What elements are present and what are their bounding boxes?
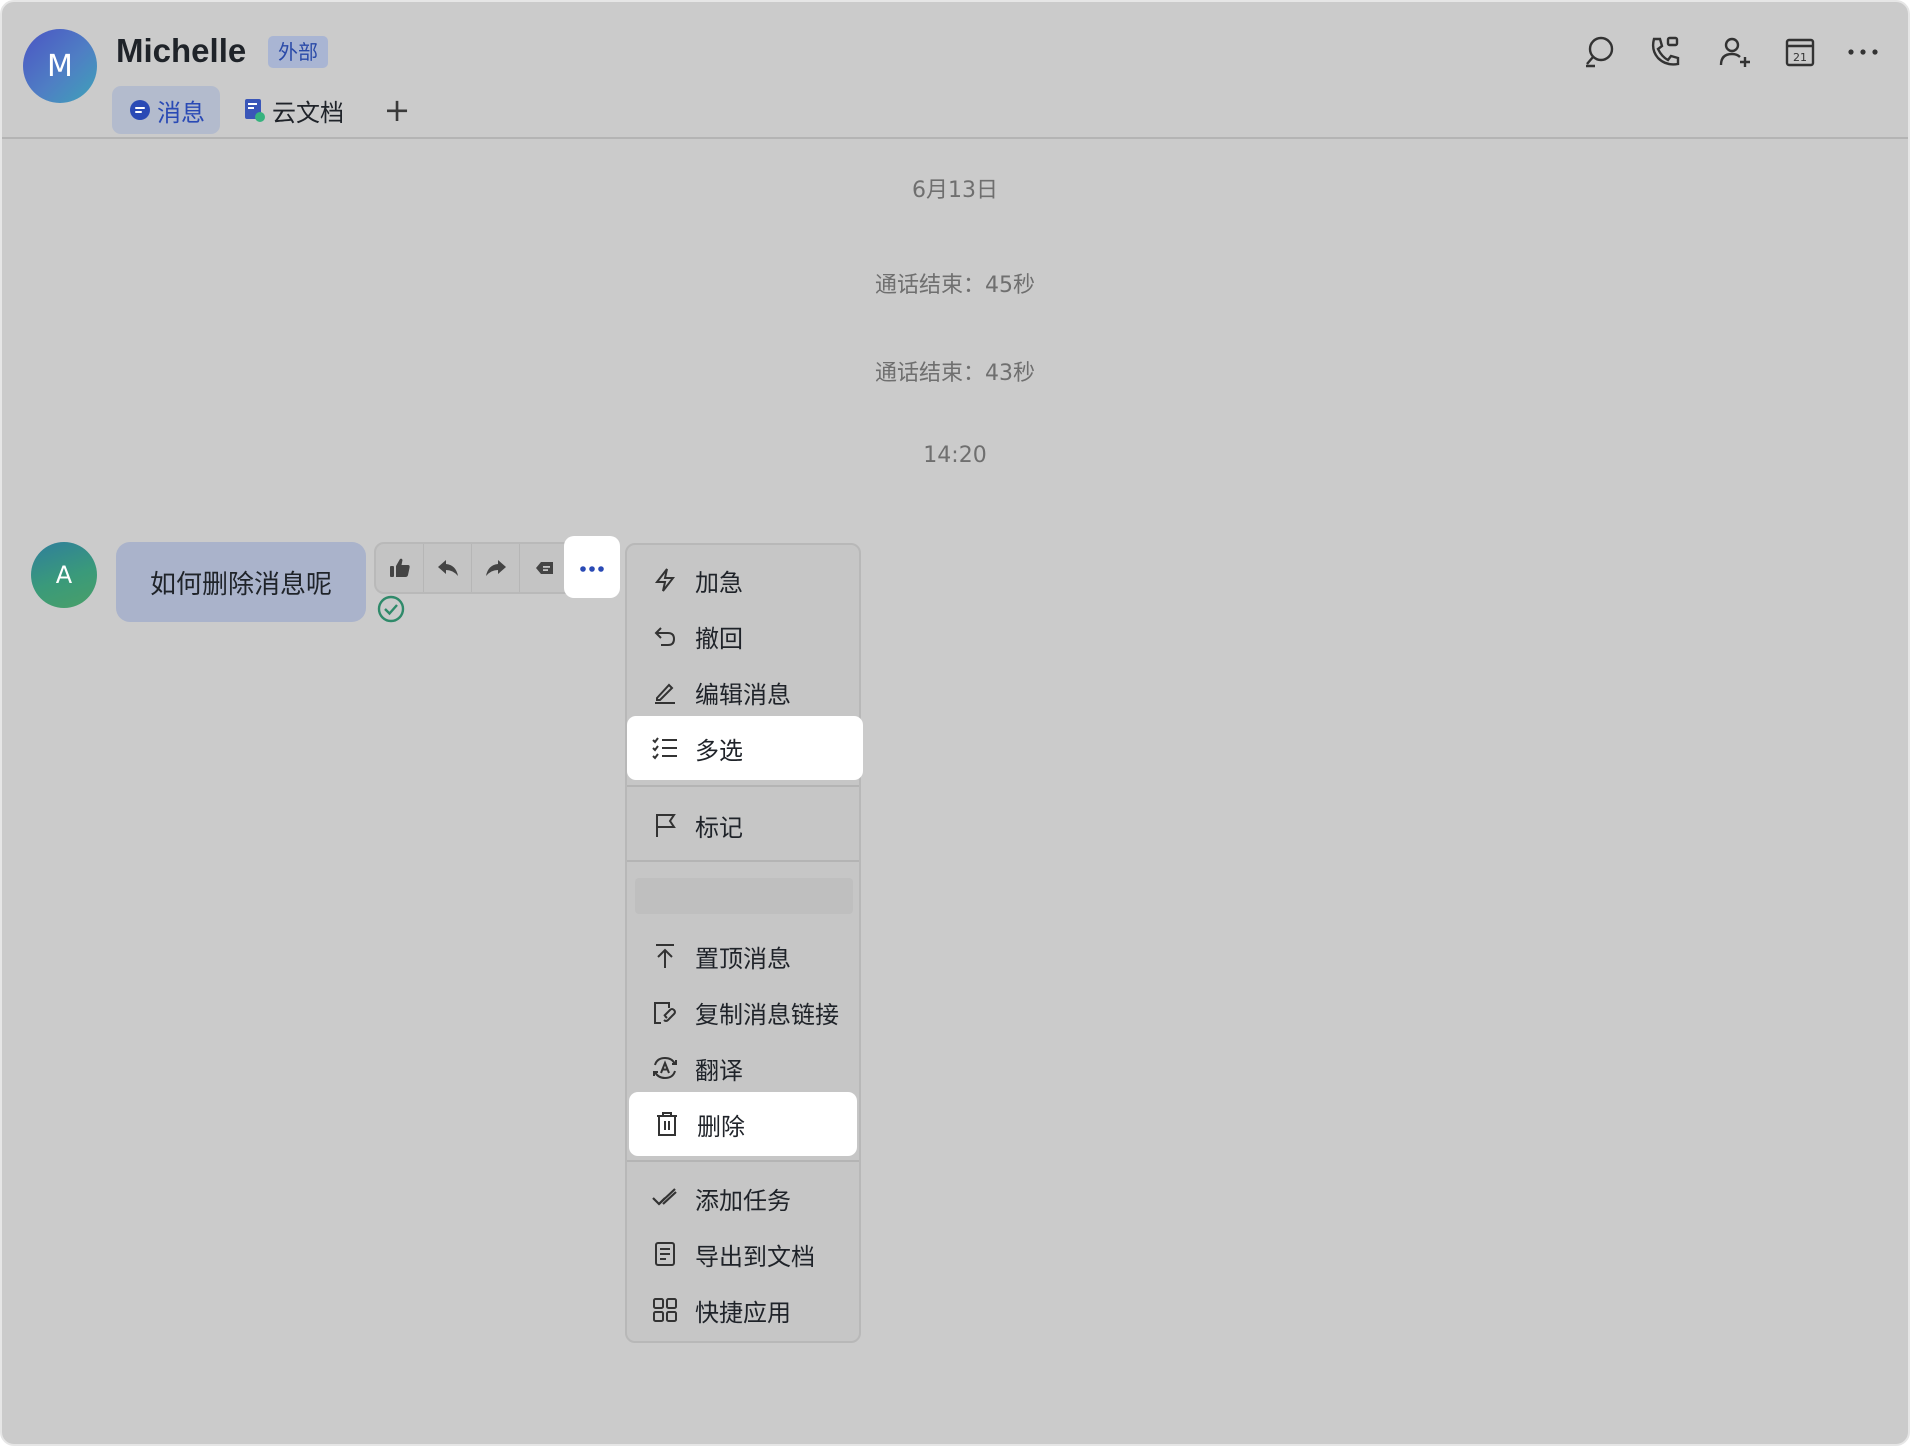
undo-icon [651,622,679,650]
menu-item-label: 添加任务 [695,1186,791,1215]
checklist-icon [651,734,679,762]
tab-cloud-docs-label: 云文档 [272,98,344,127]
forward-icon[interactable] [472,544,520,592]
menu-placeholder [635,878,853,914]
menu-item-label: 导出到文档 [695,1242,815,1271]
add-member-icon[interactable] [1717,34,1753,70]
menu-item-multi-select[interactable]: 多选 [627,716,863,780]
cloud-doc-icon [244,98,266,122]
menu-item-label: 复制消息链接 [695,1000,839,1029]
pencil-icon [651,678,679,706]
menu-item-copy-link[interactable]: 复制消息链接 [627,984,859,1040]
calendar-day: 21 [1793,51,1807,64]
thumbs-up-icon[interactable] [376,544,424,592]
flag-icon [651,811,679,839]
menu-item-recall[interactable]: 撤回 [627,608,859,664]
link-icon [651,998,679,1026]
menu-item-label: 标记 [695,813,743,842]
more-icon[interactable] [1845,34,1881,70]
menu-item-label: 置顶消息 [695,944,791,973]
call-ended-notice: 通话结束：45秒 [875,273,1035,298]
external-badge: 外部 [268,36,328,68]
message-context-menu: 加急 撤回 编辑消息 多选 标记 置顶消息 复制消息链接 翻译 删除 添加任务 … [625,543,863,1343]
menu-item-label: 编辑消息 [695,680,791,709]
quote-icon[interactable] [520,544,568,592]
document-icon [651,1240,679,1268]
trash-icon [653,1110,681,1138]
menu-item-mark[interactable]: 标记 [627,797,859,853]
chat-window: M Michelle 外部 消息 云文档 + 21 6月13日 通话结束：45秒… [0,0,1910,1446]
task-check-icon [651,1184,679,1212]
menu-item-edit-message[interactable]: 编辑消息 [627,664,859,720]
chat-name[interactable]: Michelle [116,32,246,70]
menu-divider [627,860,859,862]
more-dots-button[interactable] [564,536,620,598]
read-check-icon [376,594,406,624]
chat-avatar[interactable]: M [23,29,97,103]
chat-bubble-icon [129,99,151,121]
sender-avatar[interactable]: A [31,542,97,608]
menu-divider [627,785,859,787]
call-ended-notice: 通话结束：43秒 [875,361,1035,386]
more-dots-icon [579,558,605,577]
date-label: 6月13日 [912,178,998,203]
phone-video-icon[interactable] [1647,34,1683,70]
menu-item-label: 删除 [697,1112,745,1141]
menu-item-pin-message[interactable]: 置顶消息 [627,928,859,984]
menu-item-label: 多选 [695,736,743,765]
menu-item-delete[interactable]: 删除 [629,1092,857,1156]
tab-cloud-docs[interactable]: 云文档 [244,86,344,134]
tab-messages-label: 消息 [157,98,205,127]
menu-item-label: 快捷应用 [695,1298,791,1327]
calendar-icon[interactable]: 21 [1782,34,1818,70]
menu-item-add-task[interactable]: 添加任务 [627,1170,859,1226]
menu-item-label: 撤回 [695,624,743,653]
tab-messages[interactable]: 消息 [112,86,220,134]
message-bubble[interactable]: 如何删除消息呢 [116,542,366,622]
menu-item-export-doc[interactable]: 导出到文档 [627,1226,859,1282]
menu-divider [627,1160,859,1162]
menu-item-label: 翻译 [695,1056,743,1085]
time-label: 14:20 [923,443,987,468]
lightning-icon [651,566,679,594]
chat-header: M Michelle 外部 消息 云文档 + 21 [2,2,1908,139]
add-tab-button[interactable]: + [382,92,412,128]
search-icon[interactable] [1582,34,1618,70]
translate-icon [651,1054,679,1082]
menu-item-translate[interactable]: 翻译 [627,1040,859,1096]
reply-icon[interactable] [424,544,472,592]
menu-item-urgent[interactable]: 加急 [627,552,859,608]
grid-apps-icon [651,1296,679,1324]
menu-item-label: 加急 [695,568,743,597]
menu-item-quick-apps[interactable]: 快捷应用 [627,1282,859,1338]
pin-top-icon [651,942,679,970]
